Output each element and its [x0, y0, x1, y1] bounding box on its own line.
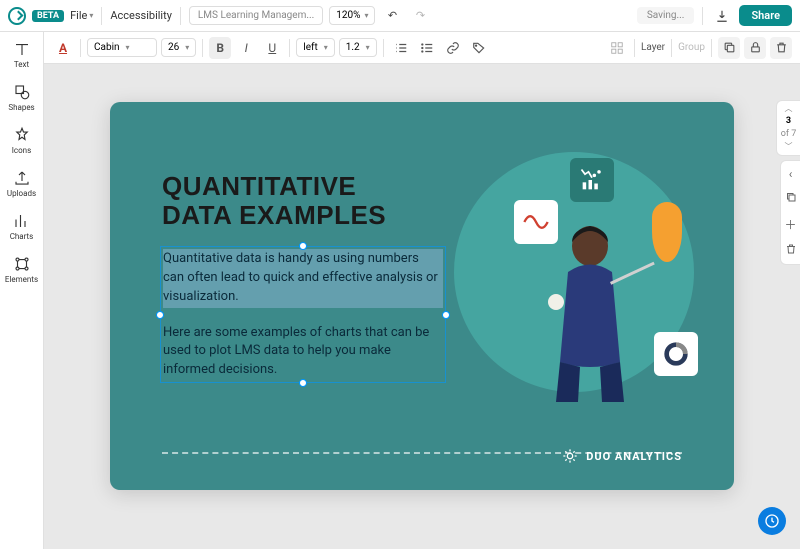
- document-name-input[interactable]: LMS Learning Managem...: [189, 6, 323, 25]
- help-fab[interactable]: [758, 507, 786, 535]
- sidebar-item-uploads[interactable]: Uploads: [0, 169, 43, 198]
- underline-button[interactable]: U: [261, 37, 283, 59]
- title-line2: DATA EXAMPLES: [162, 200, 386, 230]
- resize-handle-bottom[interactable]: [299, 379, 307, 387]
- copy-slide-button[interactable]: [785, 191, 797, 206]
- page-current: 3: [786, 117, 791, 126]
- selected-textbox[interactable]: Quantitative data is handy as using numb…: [160, 246, 446, 383]
- slide[interactable]: QUANTITATIVE DATA EXAMPLES Quantitative …: [110, 102, 734, 490]
- title-line1: QUANTITATIVE: [162, 171, 356, 201]
- page-total: of 7: [781, 130, 797, 139]
- sidebar-item-label: Elements: [5, 275, 38, 284]
- zoom-value: 120%: [336, 10, 360, 21]
- align-value: left: [303, 42, 317, 53]
- chart-tile-wave: [514, 200, 558, 244]
- tag-button[interactable]: [468, 37, 490, 59]
- divider: [711, 39, 712, 57]
- slide-title[interactable]: QUANTITATIVE DATA EXAMPLES: [162, 172, 386, 229]
- download-button[interactable]: [711, 5, 733, 27]
- chart-tile-bar: [570, 158, 614, 202]
- font-family-select[interactable]: Cabin▾: [87, 38, 157, 57]
- footer-brand-text: DUO ANALYTICS: [586, 450, 682, 463]
- file-menu[interactable]: File▾: [70, 9, 93, 22]
- link-button[interactable]: [442, 37, 464, 59]
- file-menu-label: File: [70, 9, 87, 22]
- chart-tile-donut: [654, 332, 698, 376]
- sidebar-item-elements[interactable]: Elements: [0, 255, 43, 284]
- sidebar-item-label: Icons: [12, 146, 31, 155]
- resize-handle-top[interactable]: [299, 242, 307, 250]
- sidebar-item-icons[interactable]: Icons: [0, 126, 43, 155]
- zoom-select[interactable]: 120%▾: [329, 6, 375, 25]
- sidebar-item-label: Uploads: [7, 189, 36, 198]
- divider: [180, 7, 181, 25]
- beta-badge: BETA: [32, 10, 64, 22]
- delete-button[interactable]: [770, 37, 792, 59]
- align-select[interactable]: left▾: [296, 38, 335, 57]
- add-slide-button[interactable]: ＋: [784, 216, 796, 233]
- undo-button[interactable]: ↶: [381, 5, 403, 27]
- unordered-list-button[interactable]: [416, 37, 438, 59]
- collapse-panel-button[interactable]: ‹: [789, 167, 793, 181]
- divider: [671, 39, 672, 57]
- font-value: Cabin: [94, 42, 120, 53]
- saving-indicator: Saving...: [637, 7, 695, 24]
- sidebar-item-label: Charts: [10, 232, 34, 241]
- footer-brand: DUO ANALYTICS: [562, 448, 682, 464]
- font-size-select[interactable]: 26▾: [161, 38, 196, 57]
- duplicate-button[interactable]: [718, 37, 740, 59]
- lh-value: 1.2: [346, 42, 360, 53]
- layer-button[interactable]: Layer: [641, 42, 665, 53]
- sidebar-item-label: Shapes: [8, 103, 34, 112]
- group-button: Group: [678, 42, 705, 53]
- color-picker[interactable]: A: [52, 37, 74, 59]
- accessibility-link[interactable]: Accessibility: [110, 9, 172, 22]
- grid-icon[interactable]: [606, 37, 628, 59]
- slide-actions-panel: ‹ ＋: [780, 160, 800, 265]
- app-logo[interactable]: [8, 7, 26, 25]
- page-down[interactable]: ﹀: [785, 143, 793, 151]
- redo-button[interactable]: ↷: [409, 5, 431, 27]
- blob-shape: [652, 202, 682, 262]
- canvas-area[interactable]: QUANTITATIVE DATA EXAMPLES Quantitative …: [44, 64, 800, 549]
- size-value: 26: [168, 42, 179, 53]
- page-navigator[interactable]: ︿ 3 of 7 ﹀: [776, 100, 800, 156]
- divider: [80, 39, 81, 57]
- bold-button[interactable]: B: [209, 37, 231, 59]
- divider: [634, 39, 635, 57]
- sidebar-item-shapes[interactable]: Shapes: [0, 83, 43, 112]
- divider: [202, 39, 203, 57]
- divider: [383, 39, 384, 57]
- paragraph-2[interactable]: Here are some examples of charts that ca…: [163, 324, 443, 381]
- app-topbar: BETA File▾ Accessibility LMS Learning Ma…: [0, 0, 800, 32]
- context-toolbar: A Cabin▾ 26▾ B I U left▾ 1.2▾ Layer Grou…: [44, 32, 800, 64]
- gear-icon: [562, 448, 578, 464]
- sidebar-item-text[interactable]: Text: [0, 40, 43, 69]
- sidebar-item-charts[interactable]: Charts: [0, 212, 43, 241]
- lock-button[interactable]: [744, 37, 766, 59]
- resize-handle-left[interactable]: [156, 311, 164, 319]
- line-height-select[interactable]: 1.2▾: [339, 38, 377, 57]
- share-button[interactable]: Share: [739, 5, 792, 26]
- resize-handle-right[interactable]: [442, 311, 450, 319]
- delete-slide-button[interactable]: [785, 243, 797, 258]
- divider: [702, 7, 703, 25]
- left-sidebar: Text Shapes Icons Uploads Charts Element…: [0, 32, 44, 549]
- divider: [289, 39, 290, 57]
- italic-button[interactable]: I: [235, 37, 257, 59]
- paragraph-1[interactable]: Quantitative data is handy as using numb…: [163, 249, 443, 308]
- ordered-list-button[interactable]: [390, 37, 412, 59]
- divider: [101, 7, 102, 25]
- page-up[interactable]: ︿: [785, 105, 793, 113]
- sidebar-item-label: Text: [14, 60, 29, 69]
